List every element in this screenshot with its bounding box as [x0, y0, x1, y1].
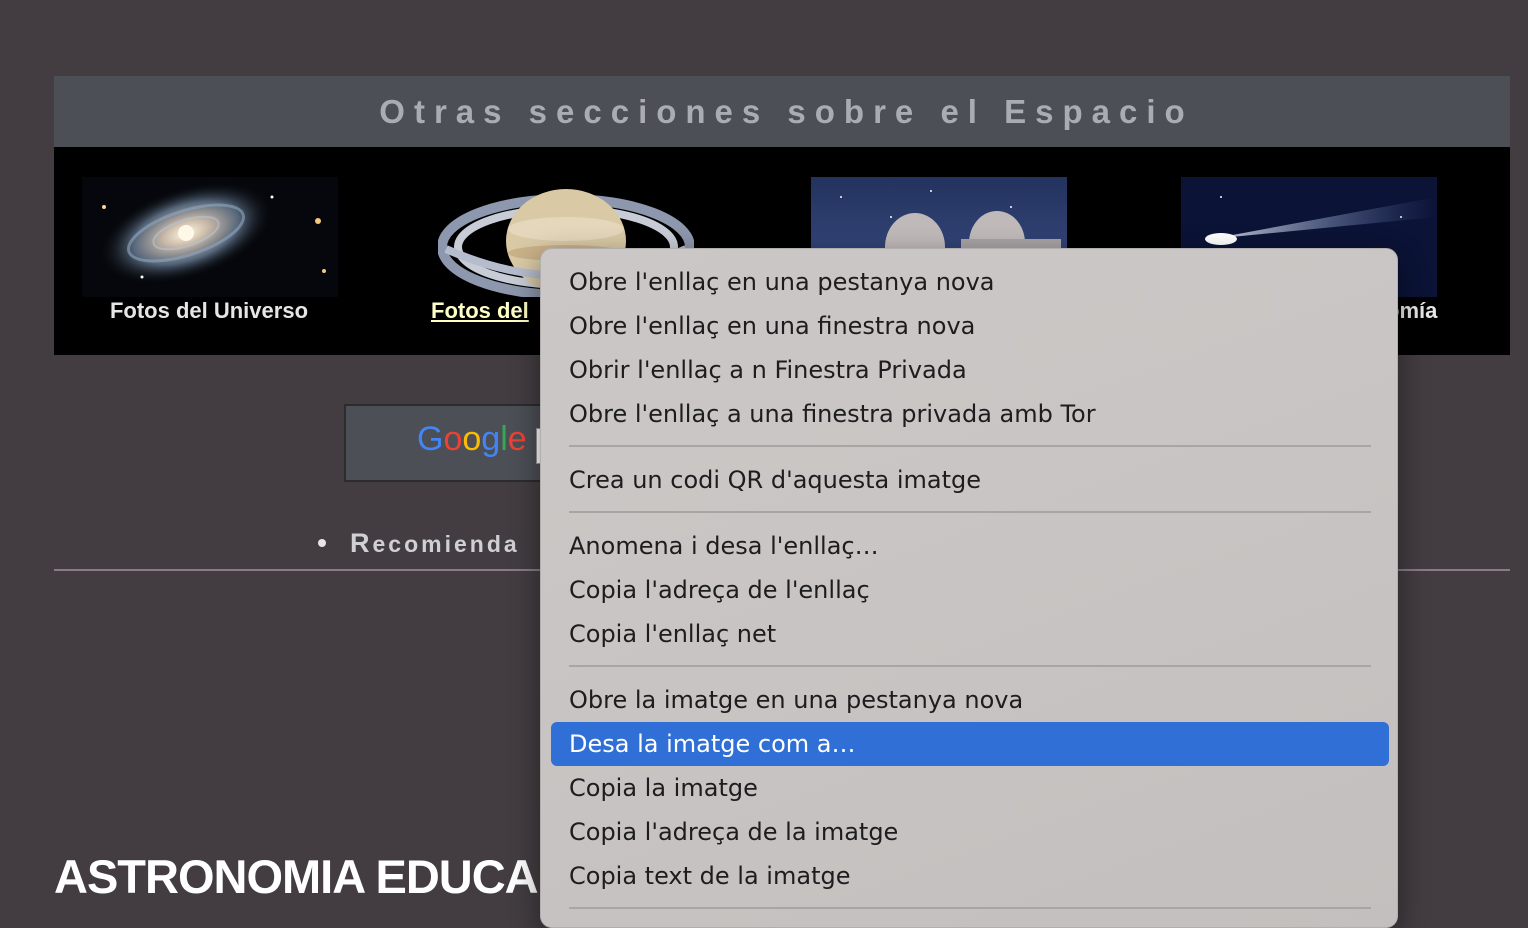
galaxy-image: [82, 177, 338, 297]
galaxy-link-label[interactable]: Fotos del Universo: [59, 298, 359, 324]
section-header: Otras secciones sobre el Espacio: [54, 76, 1510, 147]
page-heading: ASTRONOMIA EDUCA: [54, 850, 539, 903]
galaxy-thumbnail-link[interactable]: [82, 177, 338, 297]
menu-item-save-image-as[interactable]: Desa la imatge com a…: [551, 722, 1389, 766]
menu-item-copy-image-address[interactable]: Copia l'adreça de la imatge: [551, 810, 1389, 854]
astronomy-link-label[interactable]: omía: [1386, 298, 1466, 324]
menu-item-copy-image[interactable]: Copia la imatge: [551, 766, 1389, 810]
recommend-link[interactable]: Recomienda: [318, 528, 520, 559]
menu-separator: [569, 445, 1371, 447]
menu-item-save-link-as[interactable]: Anomena i desa l'enllaç…: [551, 524, 1389, 568]
section-title: Otras secciones sobre el Espacio: [379, 92, 1194, 130]
recommend-rest: ecomienda: [372, 531, 520, 557]
recommend-first-letter: R: [350, 528, 373, 558]
menu-item-open-link-private-window[interactable]: Obrir l'enllaç a n Finestra Privada: [551, 348, 1389, 392]
menu-item-open-link-new-window[interactable]: Obre l'enllaç en una finestra nova: [551, 304, 1389, 348]
saturn-link-label[interactable]: Fotos del: [431, 298, 551, 324]
menu-separator: [569, 511, 1371, 513]
google-logo: Google: [417, 420, 527, 458]
menu-item-copy-clean-link[interactable]: Copia l'enllaç net: [551, 612, 1389, 656]
menu-separator: [569, 907, 1371, 909]
context-menu: Obre l'enllaç en una pestanya nova Obre …: [540, 248, 1398, 928]
menu-item-copy-link-address[interactable]: Copia l'adreça de l'enllaç: [551, 568, 1389, 612]
bullet-icon: [318, 538, 326, 547]
menu-item-open-link-new-tab[interactable]: Obre l'enllaç en una pestanya nova: [551, 260, 1389, 304]
menu-item-copy-image-text[interactable]: Copia text de la imatge: [551, 854, 1389, 898]
menu-item-open-image-new-tab[interactable]: Obre la imatge en una pestanya nova: [551, 678, 1389, 722]
menu-item-create-qr-code[interactable]: Crea un codi QR d'aquesta imatge: [551, 458, 1389, 502]
menu-item-open-link-tor-window[interactable]: Obre l'enllaç a una finestra privada amb…: [551, 392, 1389, 436]
menu-separator: [569, 665, 1371, 667]
